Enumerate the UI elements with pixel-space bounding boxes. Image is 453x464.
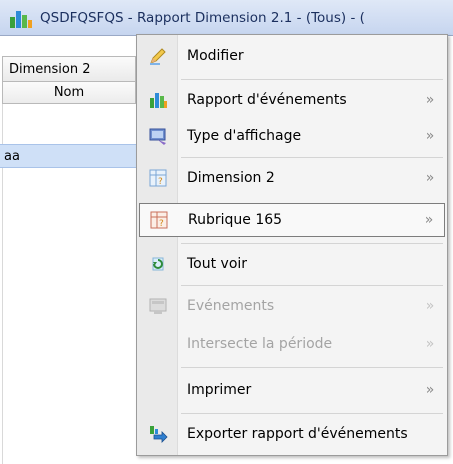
menu-item-label: Rubrique 165 [188, 212, 283, 228]
rubrique-icon: ? [140, 210, 178, 230]
submenu-arrow-icon: » [425, 336, 435, 352]
menu-separator [181, 367, 443, 368]
dimension-icon: ? [139, 168, 177, 188]
menu-item-intersecte-periode[interactable]: Intersecte la période » [139, 327, 445, 361]
context-menu: Modifier Rapport d'événements » Type d'a… [136, 34, 448, 456]
menu-item-label: Rapport d'événements [187, 92, 347, 108]
svg-text:?: ? [159, 219, 164, 229]
submenu-arrow-icon: » [425, 128, 435, 144]
submenu-arrow-icon: » [425, 382, 435, 398]
display-type-icon [139, 126, 177, 146]
report-grid: Dimension 2 Nom aa [0, 56, 141, 464]
menu-item-tout-voir[interactable]: Tout voir [139, 247, 445, 281]
menu-item-label: Type d'affichage [187, 128, 302, 144]
menu-item-exporter-rapport[interactable]: Exporter rapport d'événements [139, 417, 445, 451]
submenu-arrow-icon: » [424, 212, 434, 228]
window-title: QSDFQSFQS - Rapport Dimension 2.1 - (Tou… [40, 9, 365, 26]
menu-item-evenements[interactable]: Evénements » [139, 289, 445, 323]
menu-item-label: Evénements [187, 298, 275, 314]
menu-separator [181, 79, 443, 80]
menu-separator [181, 413, 443, 414]
events-icon [139, 296, 177, 316]
submenu-arrow-icon: » [425, 298, 435, 314]
menu-item-modifier[interactable]: Modifier [139, 39, 445, 73]
view-all-icon [139, 254, 177, 274]
column-header-dimension[interactable]: Dimension 2 [2, 56, 136, 82]
menu-item-imprimer[interactable]: Imprimer » [139, 373, 445, 407]
menu-item-label: Dimension 2 [187, 170, 275, 186]
window-titlebar: QSDFQSFQS - Rapport Dimension 2.1 - (Tou… [0, 0, 453, 36]
menu-item-label: Modifier [187, 48, 244, 64]
menu-item-label: Intersecte la période [187, 336, 333, 352]
menu-item-dimension-2[interactable]: ? Dimension 2 » [139, 161, 445, 195]
menu-item-rubrique-165[interactable]: ? Rubrique 165 » [139, 203, 445, 237]
menu-item-label: Tout voir [187, 256, 248, 272]
table-row-selected[interactable]: aa [0, 144, 140, 168]
menu-item-label: Imprimer [187, 382, 252, 398]
menu-separator [181, 157, 443, 158]
menu-separator [181, 285, 443, 286]
export-icon [139, 424, 177, 444]
column-header-nom[interactable]: Nom [2, 82, 136, 104]
pencil-icon [139, 46, 177, 66]
svg-text:?: ? [158, 177, 163, 187]
submenu-arrow-icon: » [425, 170, 435, 186]
menu-item-rapport-evenements[interactable]: Rapport d'événements » [139, 83, 445, 117]
menu-item-label: Exporter rapport d'événements [187, 426, 408, 442]
bar-chart-icon [139, 90, 177, 110]
app-chart-icon [8, 7, 34, 29]
submenu-arrow-icon: » [425, 92, 435, 108]
menu-item-type-affichage[interactable]: Type d'affichage » [139, 119, 445, 153]
menu-separator [181, 243, 443, 244]
